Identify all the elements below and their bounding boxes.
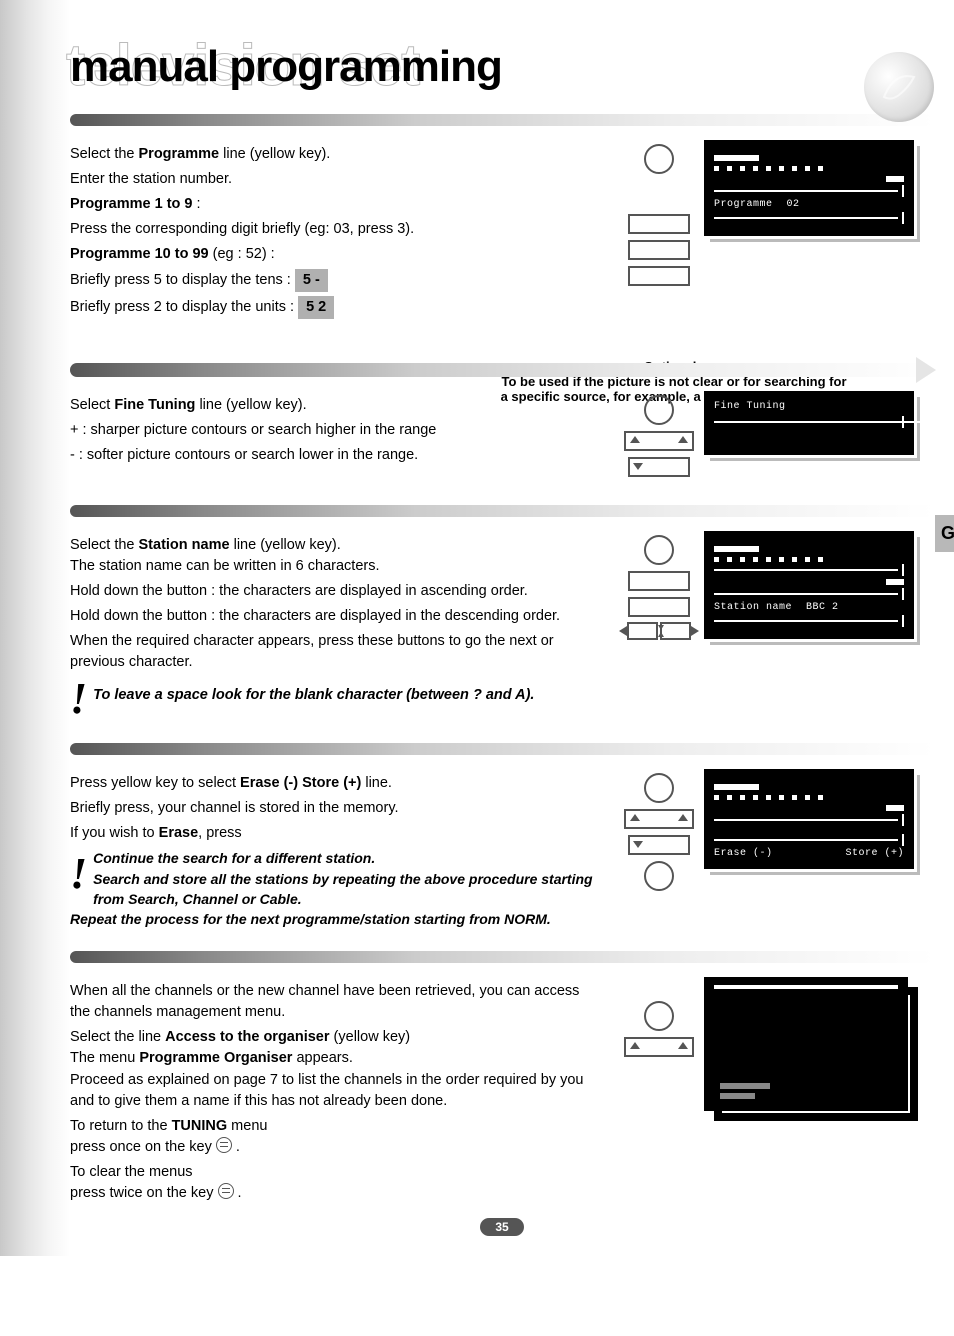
plus-key-icon (624, 809, 694, 829)
yellow-key-icon (644, 1001, 674, 1031)
digit-key-icon (628, 214, 690, 234)
osd-preview-organiser (704, 977, 914, 1137)
divider-arrow (70, 363, 934, 377)
osd-station-value: BBC 2 (806, 602, 839, 613)
osd-prog-label: Programme (714, 199, 773, 210)
osd-store-label: Store (+) (845, 848, 904, 859)
osd-erase-label: Erase (-) (714, 848, 773, 859)
yellow-key-icon (644, 535, 674, 565)
s3-line4: Hold down the button : the characters ar… (70, 606, 594, 627)
alert-icon: ! (70, 677, 87, 721)
s5-line8: press twice on the key . (70, 1183, 594, 1204)
minus-key-icon (628, 457, 690, 477)
s1-line7: Briefly press 2 to display the units : 5… (70, 296, 594, 319)
s4-line1: Press yellow key to select Erase (-) Sto… (70, 773, 594, 794)
yellow-key-icon (644, 144, 674, 174)
s5-line3: The menu Programme Organiser appears. (70, 1048, 594, 1069)
s4-note1: Continue the search for a different stat… (70, 848, 594, 868)
units-badge: 5 2 (298, 296, 334, 319)
osd-prog-value: 02 (787, 199, 800, 210)
s1-line5: Programme 10 to 99 (eg : 52) : (70, 244, 594, 265)
menu-key-icon (218, 1183, 234, 1199)
osd-preview-programme: Programme 02 (704, 140, 914, 236)
divider (70, 743, 934, 755)
s1-line1: Select the Programme line (yellow key). (70, 144, 594, 165)
s5-line5: To return to the TUNING menu (70, 1116, 594, 1137)
tens-badge: 5 - (295, 269, 328, 292)
divider (70, 505, 934, 517)
divider (70, 114, 934, 126)
alert-icon: ! (70, 852, 87, 896)
menu-key-icon (216, 1137, 232, 1153)
s3-line3: Hold down the button : the characters ar… (70, 581, 594, 602)
osd-station-label: Station name (714, 602, 792, 613)
s3-line1: Select the Station name line (yellow key… (70, 535, 594, 556)
s4-line3: If you wish to Erase, press (70, 823, 594, 844)
region-tab: GB (935, 515, 954, 552)
osd-preview-store: Erase (-) Store (+) (704, 769, 914, 869)
osd-preview-station: Station name BBC 2 (704, 531, 914, 639)
minus-key-icon (628, 835, 690, 855)
plus-key-icon (624, 431, 694, 451)
s3-note: To leave a space look for the blank char… (70, 677, 594, 706)
s3-line2: The station name can be written in 6 cha… (70, 556, 594, 577)
s5-line6: press once on the key . (70, 1137, 594, 1158)
yellow-key-icon (644, 861, 674, 891)
digit-key-icon (628, 240, 690, 260)
nav-key-icon (619, 623, 699, 639)
down-key-icon (628, 597, 690, 617)
yellow-key-icon (644, 773, 674, 803)
s5-line4: Proceed as explained on page 7 to list t… (70, 1070, 594, 1112)
divider (70, 951, 934, 963)
osd-preview-finetuning: Fine Tuning (704, 391, 914, 455)
digit-key-icon (628, 266, 690, 286)
s4-note2: Search and store all the stations by rep… (70, 869, 594, 910)
page-number: 35 (480, 1218, 524, 1236)
osd-ft-label: Fine Tuning (714, 401, 786, 412)
nav-key-icon (624, 1037, 694, 1057)
page-title: manual programming (70, 42, 934, 92)
s1-line2: Enter the station number. (70, 169, 594, 190)
yellow-key-icon (644, 395, 674, 425)
s2-line3: - : softer picture contours or search lo… (70, 445, 594, 466)
s1-line3: Programme 1 to 9 : (70, 194, 594, 215)
s5-line2: Select the line Access to the organiser … (70, 1027, 594, 1048)
s5-line1: When all the channels or the new channel… (70, 981, 594, 1023)
s4-line2: Briefly press, your channel is stored in… (70, 798, 594, 819)
s2-line2: + : sharper picture contours or search h… (70, 420, 594, 441)
up-key-icon (628, 571, 690, 591)
s1-line4: Press the corresponding digit briefly (e… (70, 219, 594, 240)
s3-line5: When the required character appears, pre… (70, 631, 594, 673)
s4-note3: Repeat the process for the next programm… (70, 909, 594, 929)
s5-line7: To clear the menus (70, 1162, 594, 1183)
s1-line6: Briefly press 5 to display the tens : 5 … (70, 269, 594, 292)
